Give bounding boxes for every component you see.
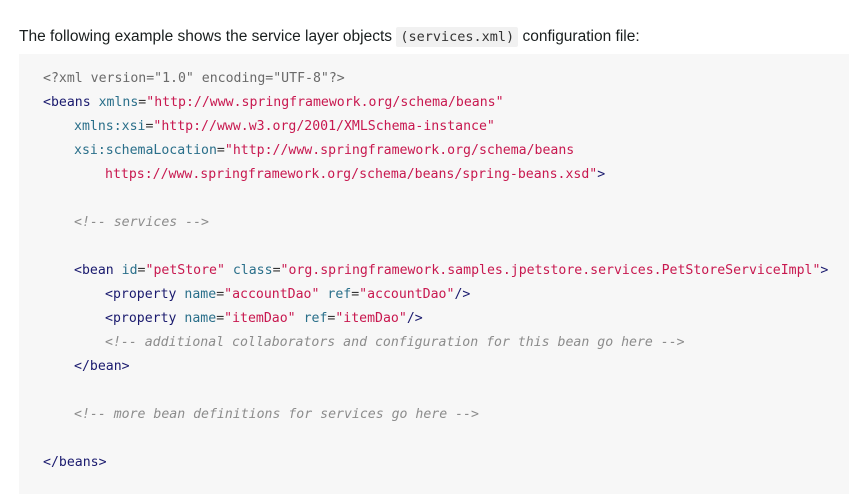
- attr-name: name: [184, 287, 217, 302]
- intro-paragraph: The following example shows the service …: [19, 25, 640, 49]
- value-id: "petStore": [145, 263, 225, 278]
- bean-close-tag: </bean>: [74, 359, 130, 374]
- value-ref-item: "itemDao": [335, 311, 407, 326]
- bean-open-tag: <bean: [74, 263, 114, 278]
- inline-code-filename: (services.xml): [396, 26, 519, 47]
- attr-id: id: [121, 263, 138, 278]
- intro-text-before: The following example shows the service …: [19, 27, 397, 45]
- attr-xmlns: xmlns: [98, 95, 139, 110]
- code-line-beans-open: <beans xmlns="http://www.springframework…: [43, 95, 504, 110]
- code-line-schema-location: xsi:schemaLocation="http://www.springfra…: [74, 143, 575, 158]
- code-line-bean-close: </bean>: [74, 355, 130, 379]
- attr-ref: ref: [303, 311, 328, 326]
- property-tag: <property: [105, 287, 177, 302]
- xml-declaration: <?xml version="1.0" encoding="UTF-8"?>: [43, 71, 345, 86]
- code-line-xml-declaration: <?xml version="1.0" encoding="UTF-8"?>: [43, 67, 345, 91]
- attr-schema-location: xsi:schemaLocation: [74, 143, 217, 158]
- code-line-xmlns-xsi: xmlns:xsi="http://www.w3.org/2001/XMLSch…: [74, 119, 495, 134]
- beans-open-close: >: [597, 167, 606, 182]
- value-xmlns-xsi: "http://www.w3.org/2001/XMLSchema-instan…: [153, 119, 495, 134]
- beans-open-tag: <beans: [43, 95, 91, 110]
- attr-name: name: [184, 311, 217, 326]
- attr-ref: ref: [327, 287, 352, 302]
- code-line-beans-close: </beans>: [43, 451, 107, 475]
- code-line-comment-services: <!-- services -->: [74, 211, 209, 235]
- code-line-comment-more-beans: <!-- more bean definitions for services …: [74, 403, 479, 427]
- value-schema-location-2: https://www.springframework.org/schema/b…: [105, 167, 598, 182]
- attr-class: class: [232, 263, 273, 278]
- value-name-item: "itemDao": [224, 311, 296, 326]
- comment-more-beans: <!-- more bean definitions for services …: [74, 407, 479, 422]
- value-ref-account: "accountDao": [359, 287, 455, 302]
- property-tag: <property: [105, 311, 177, 326]
- code-line-comment-collaborators: <!-- additional collaborators and config…: [105, 331, 685, 355]
- code-block: <?xml version="1.0" encoding="UTF-8"?> <…: [19, 54, 849, 494]
- value-name-account: "accountDao": [224, 287, 320, 302]
- attr-xmlns-xsi: xmlns:xsi: [74, 119, 146, 134]
- beans-close-tag: </beans>: [43, 455, 107, 470]
- comment-services: <!-- services -->: [74, 215, 209, 230]
- value-schema-location-1: "http://www.springframework.org/schema/b…: [224, 143, 575, 158]
- code-line-property-account: <property name="accountDao" ref="account…: [105, 287, 471, 302]
- code-line-property-item: <property name="itemDao" ref="itemDao"/>: [105, 311, 423, 326]
- code-line-bean-open: <bean id="petStore" class="org.springfra…: [74, 263, 829, 278]
- intro-text-after: configuration file:: [518, 27, 640, 45]
- property-close: />: [406, 311, 423, 326]
- comment-collaborators: <!-- additional collaborators and config…: [105, 335, 685, 350]
- value-xmlns: "http://www.springframework.org/schema/b…: [146, 95, 504, 110]
- code-line-schema-location-cont: https://www.springframework.org/schema/b…: [105, 163, 605, 187]
- property-close: />: [454, 287, 471, 302]
- value-class: "org.springframework.samples.jpetstore.s…: [280, 263, 821, 278]
- bean-open-close: >: [820, 263, 829, 278]
